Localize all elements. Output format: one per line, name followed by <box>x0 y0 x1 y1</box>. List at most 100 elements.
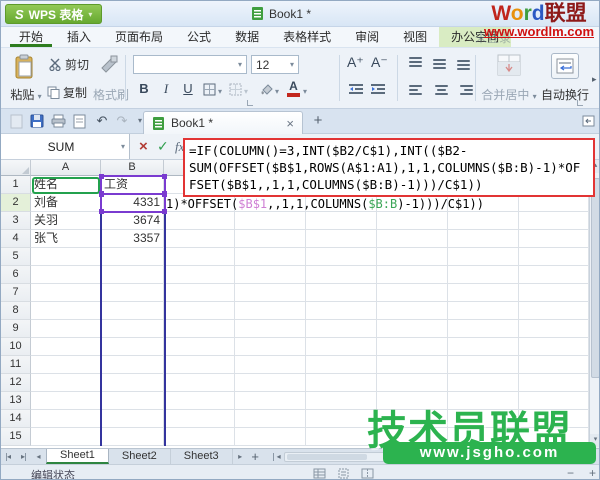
cell-A11[interactable] <box>31 356 101 374</box>
cell-C6[interactable] <box>164 266 235 284</box>
align-right-button[interactable] <box>457 85 473 98</box>
cell-D14[interactable] <box>235 410 306 428</box>
cell-E9[interactable] <box>306 320 377 338</box>
cell-edit-overlay[interactable]: 1)*OFFSET($B$1,,1,1,COLUMNS($B:B)-1)))/C… <box>166 197 484 212</box>
cell-G7[interactable] <box>448 284 519 302</box>
cell-B7[interactable] <box>101 284 164 302</box>
row-header-5[interactable]: 5 <box>1 248 31 266</box>
borders-button[interactable] <box>203 83 216 96</box>
zoom-in-icon[interactable]: + <box>589 466 596 479</box>
normal-view-icon[interactable] <box>313 468 326 479</box>
cell-A1[interactable]: 姓名 <box>31 176 101 194</box>
cell-F9[interactable] <box>377 320 448 338</box>
grow-font-button[interactable]: A⁺ <box>347 54 364 71</box>
cell-B9[interactable] <box>101 320 164 338</box>
cell-F3[interactable] <box>377 212 448 230</box>
cell-C9[interactable] <box>164 320 235 338</box>
cell-A4[interactable]: 张飞 <box>31 230 101 248</box>
cell-H8[interactable] <box>519 302 589 320</box>
cell-B11[interactable] <box>101 356 164 374</box>
page-break-view-icon[interactable] <box>361 468 374 479</box>
cell-D15[interactable] <box>235 428 306 446</box>
font-name-combo[interactable]: ▾ <box>133 55 247 74</box>
toggle-ribbon-icon[interactable] <box>579 113 597 130</box>
wps-app-menu-button[interactable]: S WPS 表格 ▾ <box>5 4 103 24</box>
row-header-10[interactable]: 10 <box>1 338 31 356</box>
cell-C12[interactable] <box>164 374 235 392</box>
font-dialog-launcher[interactable] <box>247 100 253 106</box>
cell-F10[interactable] <box>377 338 448 356</box>
row-header-14[interactable]: 14 <box>1 410 31 428</box>
align-bottom-button[interactable] <box>457 57 473 70</box>
chevron-down-icon[interactable]: ▾ <box>121 142 125 151</box>
cell-D10[interactable] <box>235 338 306 356</box>
cell-E5[interactable] <box>306 248 377 266</box>
format-painter-icon[interactable] <box>99 54 119 74</box>
cell-B4[interactable]: 3357 <box>101 230 164 248</box>
cell-D7[interactable] <box>235 284 306 302</box>
cell-D5[interactable] <box>235 248 306 266</box>
cell-H6[interactable] <box>519 266 589 284</box>
cell-G3[interactable] <box>448 212 519 230</box>
cancel-formula-icon[interactable]: × <box>139 138 148 155</box>
menu-tab-1[interactable]: 开始 <box>7 27 55 47</box>
cell-A14[interactable] <box>31 410 101 428</box>
cell-H3[interactable] <box>519 212 589 230</box>
draw-border-button[interactable] <box>229 83 242 96</box>
decrease-indent-button[interactable] <box>349 83 364 95</box>
cell-B15[interactable] <box>101 428 164 446</box>
vertical-scroll-thumb[interactable] <box>591 178 599 378</box>
chevron-down-icon[interactable]: ▾ <box>275 87 279 96</box>
cell-B6[interactable] <box>101 266 164 284</box>
column-header-B[interactable]: B <box>101 160 164 176</box>
formula-edit-popup[interactable]: =IF(COLUMN()=3,INT($B2/C$1),INT(($B2- SU… <box>183 138 595 197</box>
cell-E10[interactable] <box>306 338 377 356</box>
redo-icon[interactable]: ↷ <box>113 113 131 130</box>
column-header-A[interactable]: A <box>31 160 101 176</box>
cell-F6[interactable] <box>377 266 448 284</box>
row-header-1[interactable]: 1 <box>1 176 31 194</box>
chevron-down-icon[interactable]: ▾ <box>303 87 307 96</box>
cell-H9[interactable] <box>519 320 589 338</box>
sheet-tab-3[interactable]: Sheet3 <box>171 449 233 464</box>
cell-D4[interactable] <box>235 230 306 248</box>
row-header-8[interactable]: 8 <box>1 302 31 320</box>
row-header-6[interactable]: 6 <box>1 266 31 284</box>
cell-B8[interactable] <box>101 302 164 320</box>
cell-H7[interactable] <box>519 284 589 302</box>
row-header-3[interactable]: 3 <box>1 212 31 230</box>
cell-B2[interactable]: 4331 <box>101 194 164 212</box>
cell-G6[interactable] <box>448 266 519 284</box>
sheet-tab-2[interactable]: Sheet2 <box>109 449 171 464</box>
cell-F7[interactable] <box>377 284 448 302</box>
cell-F11[interactable] <box>377 356 448 374</box>
cell-C5[interactable] <box>164 248 235 266</box>
row-header-9[interactable]: 9 <box>1 320 31 338</box>
align-left-button[interactable] <box>409 85 425 98</box>
cell-D9[interactable] <box>235 320 306 338</box>
cell-A6[interactable] <box>31 266 101 284</box>
cell-D13[interactable] <box>235 392 306 410</box>
cell-G8[interactable] <box>448 302 519 320</box>
print-preview-icon[interactable] <box>70 113 88 130</box>
cell-H12[interactable] <box>519 374 589 392</box>
cell-D12[interactable] <box>235 374 306 392</box>
cell-C14[interactable] <box>164 410 235 428</box>
cell-E8[interactable] <box>306 302 377 320</box>
align-middle-button[interactable] <box>433 57 449 70</box>
cell-E11[interactable] <box>306 356 377 374</box>
cell-A13[interactable] <box>31 392 101 410</box>
cell-G5[interactable] <box>448 248 519 266</box>
cell-E4[interactable] <box>306 230 377 248</box>
menu-tab-2[interactable]: 插入 <box>55 27 103 47</box>
cell-D11[interactable] <box>235 356 306 374</box>
align-top-button[interactable] <box>409 57 425 70</box>
menu-tab-6[interactable]: 表格样式 <box>271 27 343 47</box>
cell-C3[interactable] <box>164 212 235 230</box>
cell-D8[interactable] <box>235 302 306 320</box>
vertical-scrollbar[interactable]: ▴ ▾ <box>589 160 599 448</box>
row-header-12[interactable]: 12 <box>1 374 31 392</box>
cell-D6[interactable] <box>235 266 306 284</box>
cell-A2[interactable]: 刘备 <box>31 194 101 212</box>
cell-E7[interactable] <box>306 284 377 302</box>
